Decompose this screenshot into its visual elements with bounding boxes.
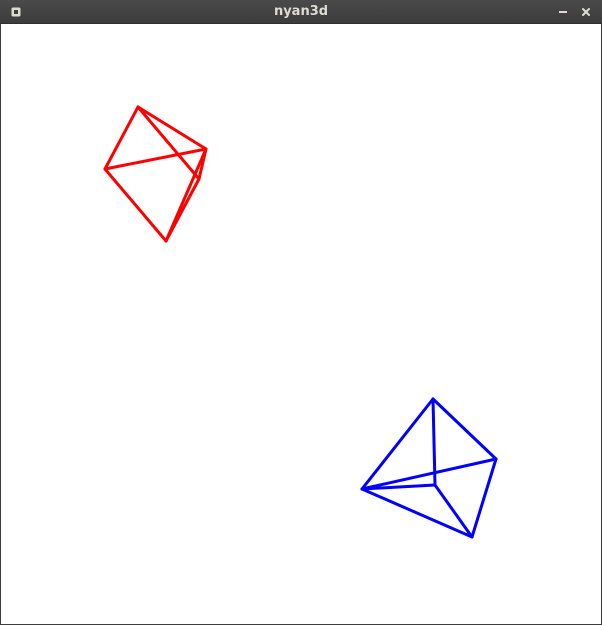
render-canvas[interactable]	[0, 24, 602, 625]
close-icon[interactable]	[580, 6, 592, 18]
red-tetrahedron	[103, 105, 208, 243]
minimize-icon[interactable]	[557, 7, 569, 17]
scene-viewport	[103, 105, 498, 539]
title-bar[interactable]: nyan3d	[0, 0, 602, 24]
app-window: nyan3d	[0, 0, 602, 625]
window-title: nyan3d	[273, 4, 329, 19]
blue-tetrahedron	[360, 397, 498, 539]
